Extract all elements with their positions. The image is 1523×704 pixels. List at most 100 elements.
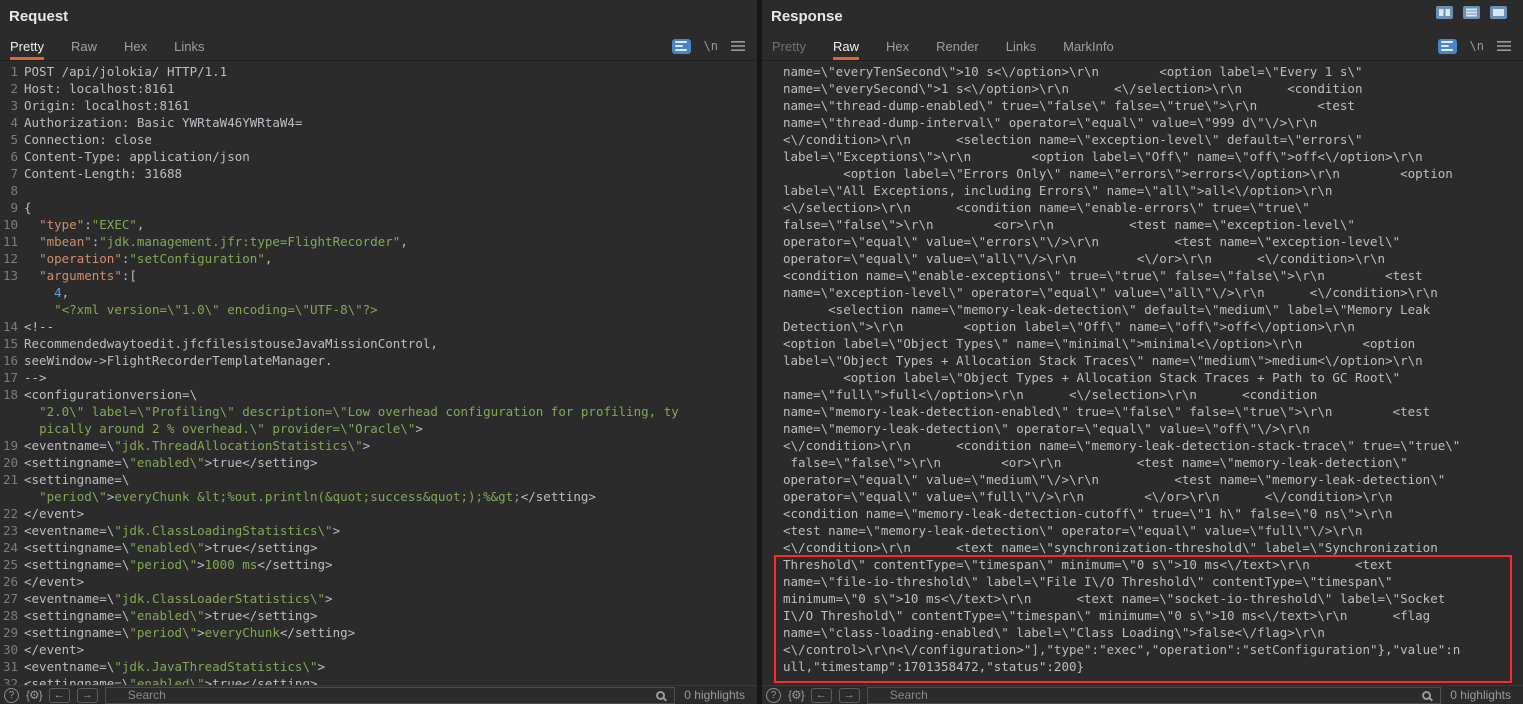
request-code-line: 7Content-Length: 31688	[0, 165, 757, 182]
tab-raw[interactable]: Raw	[833, 32, 859, 60]
request-code-line: 11 "mbean":"jdk.management.jfr:type=Flig…	[0, 233, 757, 250]
request-code-line: 31<eventname=\"jdk.JavaThreadStatistics\…	[0, 658, 757, 675]
request-code-line: 10 "type":"EXEC",	[0, 216, 757, 233]
response-panel-header: Response	[762, 0, 1523, 32]
response-title: Response	[771, 8, 843, 25]
request-code-line: 17-->	[0, 369, 757, 386]
response-code-line: <selection name=\"memory-leak-detection\…	[783, 301, 1523, 318]
response-code-line: <condition name=\"enable-exceptions\" tr…	[783, 267, 1523, 284]
help-icon[interactable]: ?	[766, 688, 781, 703]
request-toolbar-icons: \n	[672, 32, 745, 60]
line-number: 4	[0, 114, 24, 131]
line-number: 28	[0, 607, 24, 624]
request-tabs: Pretty Raw Hex Links	[10, 32, 231, 60]
response-code: name=\"everyTenSecond\">10 s<\/option>\r…	[762, 63, 1523, 675]
tab-pretty[interactable]: Pretty	[772, 32, 806, 60]
wrap-lines-icon[interactable]	[1438, 39, 1457, 54]
response-code-line: operator=\"equal\" value=\"medium\"\/>\r…	[783, 471, 1523, 488]
request-code-line: 3Origin: localhost:8161	[0, 97, 757, 114]
request-editor[interactable]: 1POST /api/jolokia/ HTTP/1.12Host: local…	[0, 61, 757, 685]
help-icon[interactable]: ?	[4, 688, 19, 703]
search-settings-gear-icon[interactable]: {⚙}	[26, 688, 42, 702]
tab-links[interactable]: Links	[1006, 32, 1036, 60]
tab-pretty[interactable]: Pretty	[10, 32, 44, 60]
request-code-line: 20<settingname=\"enabled\">true</setting…	[0, 454, 757, 471]
request-code-line: 2Host: localhost:8161	[0, 80, 757, 97]
search-icon	[656, 691, 665, 700]
response-code-line: operator=\"equal\" value=\"errors\"\/>\r…	[783, 233, 1523, 250]
response-code-line: <test name=\"memory-leak-detection\" ope…	[783, 522, 1523, 539]
layout-single-icon[interactable]	[1490, 6, 1507, 19]
request-tabbar: Pretty Raw Hex Links \n	[0, 32, 757, 61]
response-code-line: name=\"memory-leak-detection\" operator=…	[783, 420, 1523, 437]
request-code-line: 9{	[0, 199, 757, 216]
line-number: 16	[0, 352, 24, 369]
response-toolbar-icons: \n	[1438, 32, 1511, 60]
request-code: 1POST /api/jolokia/ HTTP/1.12Host: local…	[0, 63, 757, 685]
line-number: 7	[0, 165, 24, 182]
line-number	[0, 488, 24, 505]
request-code-line: "2.0\" label=\"Profiling\" description=\…	[0, 403, 757, 420]
response-editor[interactable]: name=\"everyTenSecond\">10 s<\/option>\r…	[762, 61, 1523, 685]
response-code-line: name=\"thread-dump-interval\" operator=\…	[783, 114, 1523, 131]
layout-rows-icon[interactable]	[1463, 6, 1480, 19]
request-code-line: pically around 2 % overhead.\" provider=…	[0, 420, 757, 437]
tab-links[interactable]: Links	[174, 32, 204, 60]
newline-toggle-icon[interactable]: \n	[1470, 39, 1484, 53]
request-code-line: 26</event>	[0, 573, 757, 590]
highlights-count: 0 highlights	[684, 688, 745, 702]
menu-icon[interactable]	[731, 41, 745, 51]
response-code-line: false=\"false\">\r\n <or>\r\n <test name…	[783, 454, 1523, 471]
request-panel-header: Request	[0, 0, 757, 32]
tab-raw[interactable]: Raw	[71, 32, 97, 60]
search-input[interactable]	[870, 688, 1423, 702]
search-next-button[interactable]: →	[839, 688, 860, 703]
line-number: 26	[0, 573, 24, 590]
response-code-line: <option label=\"Object Types\" name=\"mi…	[783, 335, 1523, 352]
search-prev-button[interactable]: ←	[49, 688, 70, 703]
request-code-line: 25<settingname=\"period\">1000 ms</setti…	[0, 556, 757, 573]
line-number: 14	[0, 318, 24, 335]
request-code-line: 22</event>	[0, 505, 757, 522]
response-code-line: name=\"everyTenSecond\">10 s<\/option>\r…	[783, 63, 1523, 80]
menu-icon[interactable]	[1497, 41, 1511, 51]
layout-columns-icon[interactable]	[1436, 6, 1453, 19]
response-code-line: <option label=\"Object Types + Allocatio…	[783, 369, 1523, 386]
tab-hex[interactable]: Hex	[124, 32, 147, 60]
request-code-line: 23<eventname=\"jdk.ClassLoadingStatistic…	[0, 522, 757, 539]
burp-repeater-window: Request Pretty Raw Hex Links \n 1POST /api/…	[0, 0, 1523, 704]
tab-hex[interactable]: Hex	[886, 32, 909, 60]
request-code-line: 32<settingname=\"enabled\">true</setting…	[0, 675, 757, 685]
request-code-line: 15Recommendedwaytoedit.jfcfilesistouseJa…	[0, 335, 757, 352]
request-code-line: 16seeWindow->FlightRecorderTemplateManag…	[0, 352, 757, 369]
request-search-bar: ? {⚙} ← → 0 highlights	[0, 685, 757, 704]
search-next-button[interactable]: →	[77, 688, 98, 703]
response-code-line: Threshold\" contentType=\"timespan\" min…	[783, 556, 1523, 573]
tab-render[interactable]: Render	[936, 32, 979, 60]
response-code-line: Detection\">\r\n <option label=\"Off\" n…	[783, 318, 1523, 335]
response-code-line: <\/selection>\r\n <condition name=\"enab…	[783, 199, 1523, 216]
line-number	[0, 284, 24, 301]
response-panel: Response Pretty Raw Hex Render Links MarkInfo	[762, 0, 1523, 704]
search-icon	[1422, 691, 1431, 700]
response-code-line: name=\"everySecond\">1 s<\/option>\r\n <…	[783, 80, 1523, 97]
wrap-lines-icon[interactable]	[672, 39, 691, 54]
line-number	[0, 403, 24, 420]
response-code-line: I\/O Threshold\" contentType=\"timespan\…	[783, 607, 1523, 624]
line-number: 27	[0, 590, 24, 607]
search-settings-gear-icon[interactable]: {⚙}	[788, 688, 804, 702]
search-input[interactable]	[108, 688, 657, 702]
response-code-line: <\/condition>\r\n <condition name=\"memo…	[783, 437, 1523, 454]
request-code-line: 4,	[0, 284, 757, 301]
tab-markinfo[interactable]: MarkInfo	[1063, 32, 1114, 60]
request-code-line: 4Authorization: Basic YWRtaW46YWRtaW4=	[0, 114, 757, 131]
line-number: 13	[0, 267, 24, 284]
request-code-line: 5Connection: close	[0, 131, 757, 148]
newline-toggle-icon[interactable]: \n	[704, 39, 718, 53]
request-code-line: 13 "arguments":[	[0, 267, 757, 284]
request-code-line: "<?xml version=\"1.0\" encoding=\"UTF-8\…	[0, 301, 757, 318]
request-code-line: "period\">everyChunk &lt;%out.println(&q…	[0, 488, 757, 505]
search-prev-button[interactable]: ←	[811, 688, 832, 703]
request-code-line: 18<configurationversion=\	[0, 386, 757, 403]
layout-controls	[1436, 6, 1507, 19]
